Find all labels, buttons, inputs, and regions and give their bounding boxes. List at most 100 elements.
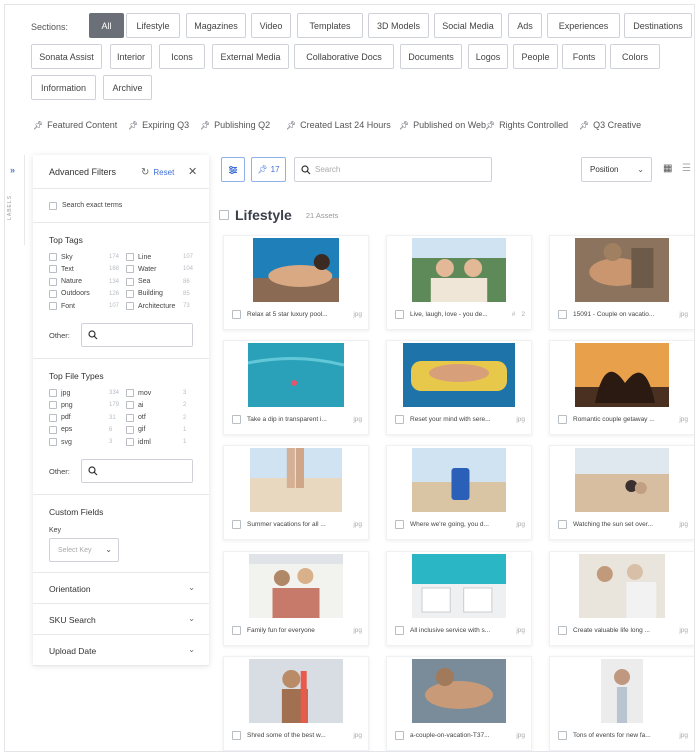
file-type-checkbox[interactable]: [49, 438, 57, 447]
search-box[interactable]: Search: [294, 157, 492, 182]
asset-card[interactable]: Tons of events for new fa... jpg: [549, 656, 694, 751]
asset-checkbox[interactable]: [232, 414, 241, 424]
asset-card[interactable]: Family fun for everyone jpg: [223, 551, 369, 646]
asset-checkbox[interactable]: [232, 519, 241, 529]
tags-other-input[interactable]: [81, 323, 193, 347]
asset-card[interactable]: Live, laugh, love - you de... #2: [386, 235, 532, 330]
filter-orientation[interactable]: Orientation ⌄: [33, 573, 209, 604]
asset-card[interactable]: Watching the sun set over... jpg: [549, 445, 694, 540]
tag-option[interactable]: Water 104: [126, 265, 193, 274]
section-chip-templates[interactable]: Templates: [297, 13, 363, 38]
asset-card[interactable]: Reset your mind with sere... jpg: [386, 340, 532, 435]
asset-card[interactable]: Create valuable life long ... jpg: [549, 551, 694, 646]
asset-card[interactable]: a-couple-on-vacation-T37... jpg: [386, 656, 532, 751]
asset-thumbnail[interactable]: [575, 238, 669, 302]
sort-select[interactable]: Position ⌄: [581, 157, 652, 182]
asset-card[interactable]: Take a dip in transparent i... jpg: [223, 340, 369, 435]
section-chip-external-media[interactable]: External Media: [212, 44, 289, 69]
section-chip-social-media[interactable]: Social Media: [434, 13, 502, 38]
select-all-checkbox[interactable]: [219, 210, 229, 220]
asset-thumbnail[interactable]: [579, 554, 665, 618]
key-select[interactable]: Select Key ⌄: [49, 538, 119, 562]
asset-thumbnail[interactable]: [248, 343, 344, 407]
labels-strip[interactable]: » LABELS: [5, 155, 25, 245]
file-type-checkbox[interactable]: [126, 389, 134, 397]
asset-card[interactable]: 15091 - Couple on vacatio... jpg: [549, 235, 694, 330]
section-chip-magazines[interactable]: Magazines: [186, 13, 246, 38]
asset-card[interactable]: All inclusive service with s... jpg: [386, 551, 532, 646]
asset-card[interactable]: Romantic couple getaway ... jpg: [549, 340, 694, 435]
tag-checkbox[interactable]: [126, 253, 134, 261]
file-type-checkbox[interactable]: [49, 425, 57, 434]
asset-checkbox[interactable]: [558, 730, 567, 740]
asset-thumbnail[interactable]: [412, 659, 506, 723]
section-chip-all[interactable]: All: [89, 13, 124, 38]
file-type-option[interactable]: svg 3: [49, 438, 112, 447]
asset-thumbnail[interactable]: [412, 238, 506, 302]
tag-option[interactable]: Font 107: [49, 302, 119, 311]
close-icon[interactable]: ✕: [188, 165, 197, 178]
asset-card[interactable]: Summer vacations for all ... jpg: [223, 445, 369, 540]
tag-option[interactable]: Nature 134: [49, 277, 119, 286]
asset-thumbnail[interactable]: [412, 448, 506, 512]
file-type-option[interactable]: idml 1: [126, 438, 186, 447]
tag-option[interactable]: Outdoors 126: [49, 289, 119, 298]
section-chip-destinations[interactable]: Destinations: [624, 13, 692, 38]
tag-option[interactable]: Sky 174: [49, 253, 119, 261]
asset-thumbnail[interactable]: [250, 448, 342, 512]
section-chip-ads[interactable]: Ads: [508, 13, 542, 38]
asset-checkbox[interactable]: [395, 414, 404, 424]
expand-icon[interactable]: »: [10, 165, 15, 175]
asset-checkbox[interactable]: [558, 625, 567, 635]
section-chip-information[interactable]: Information: [31, 75, 96, 100]
file-type-option[interactable]: jpg 334: [49, 389, 119, 397]
asset-card[interactable]: Shred some of the best w... jpg: [223, 656, 369, 751]
filter-sku-search[interactable]: SKU Search ⌄: [33, 604, 209, 635]
section-chip-sonata-assist[interactable]: Sonata Assist: [31, 44, 102, 69]
asset-checkbox[interactable]: [232, 309, 241, 319]
section-chip-logos[interactable]: Logos: [468, 44, 508, 69]
asset-thumbnail[interactable]: [253, 238, 339, 302]
asset-checkbox[interactable]: [395, 519, 404, 529]
section-chip-interior[interactable]: Interior: [110, 44, 152, 69]
quick-filter-expiring-q3[interactable]: 📌︎ Expiring Q3: [128, 120, 189, 130]
file-type-option[interactable]: gif 1: [126, 425, 186, 434]
section-chip-fonts[interactable]: Fonts: [562, 44, 606, 69]
file-type-checkbox[interactable]: [126, 425, 134, 434]
asset-checkbox[interactable]: [558, 414, 567, 424]
file-type-checkbox[interactable]: [126, 401, 134, 410]
section-chip-documents[interactable]: Documents: [400, 44, 462, 69]
tag-checkbox[interactable]: [49, 302, 57, 311]
asset-thumbnail[interactable]: [403, 343, 515, 407]
asset-checkbox[interactable]: [232, 730, 241, 740]
asset-thumbnail[interactable]: [412, 554, 506, 618]
asset-checkbox[interactable]: [395, 309, 404, 319]
section-chip-video[interactable]: Video: [251, 13, 291, 38]
tag-checkbox[interactable]: [126, 265, 134, 274]
tag-checkbox[interactable]: [49, 289, 57, 298]
asset-thumbnail[interactable]: [575, 448, 669, 512]
quick-filter-featured-content[interactable]: 📌︎ Featured Content: [33, 120, 117, 130]
asset-checkbox[interactable]: [232, 625, 241, 635]
tag-checkbox[interactable]: [49, 253, 57, 261]
quick-filter-published-on-web[interactable]: 📌︎ Published on Web: [399, 120, 486, 130]
file-type-option[interactable]: png 179: [49, 401, 119, 410]
tag-checkbox[interactable]: [126, 277, 134, 286]
file-type-option[interactable]: ai 2: [126, 401, 186, 410]
file-type-option[interactable]: pdf 31: [49, 413, 116, 422]
tag-option[interactable]: Building 85: [126, 289, 190, 298]
asset-thumbnail[interactable]: [249, 554, 343, 618]
exact-terms-option[interactable]: Search exact terms: [33, 189, 209, 223]
section-chip-lifestyle[interactable]: Lifestyle: [126, 13, 180, 38]
file-type-checkbox[interactable]: [49, 389, 57, 397]
asset-thumbnail[interactable]: [575, 343, 669, 407]
section-chip-experiences[interactable]: Experiences: [547, 13, 620, 38]
file-type-checkbox[interactable]: [126, 438, 134, 447]
file-type-checkbox[interactable]: [49, 401, 57, 410]
saved-labels-button[interactable]: 📌︎ 17: [251, 157, 286, 182]
section-chip-people[interactable]: People: [513, 44, 558, 69]
tag-option[interactable]: Architecture 73: [126, 302, 190, 311]
file-type-option[interactable]: mov 3: [126, 389, 186, 397]
tag-checkbox[interactable]: [49, 277, 57, 286]
tag-checkbox[interactable]: [126, 289, 134, 298]
